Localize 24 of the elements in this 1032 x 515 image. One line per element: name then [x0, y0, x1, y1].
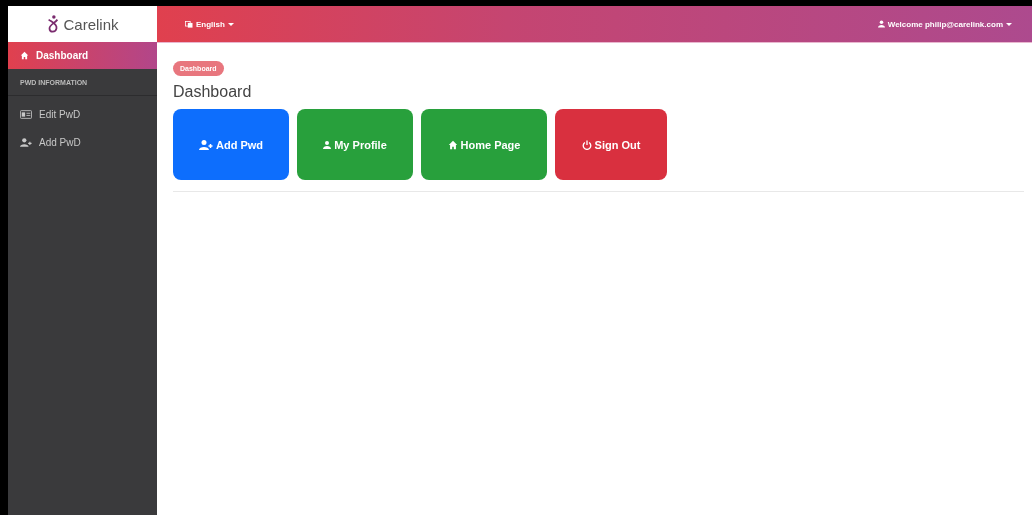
sidebar-item[interactable]: Edit PwD — [8, 100, 157, 128]
ribbon-figure-icon — [46, 14, 61, 34]
user-menu[interactable]: Welcome philip@carelink.com — [877, 19, 1012, 29]
sidebar-item[interactable]: Dashboard — [8, 42, 157, 69]
sidebar-item[interactable]: Add PwD — [8, 128, 157, 156]
user-icon — [877, 20, 885, 28]
home-icon — [447, 139, 458, 150]
power-icon — [581, 139, 592, 150]
language-dropdown[interactable]: English — [185, 19, 234, 29]
user-icon — [323, 139, 332, 150]
translate-icon — [185, 20, 193, 28]
action-button[interactable]: My Profile — [297, 109, 413, 180]
home-icon — [20, 51, 29, 60]
brand-name: Carelink — [63, 15, 119, 33]
caret-icon — [1006, 22, 1012, 26]
brand-logo[interactable]: Carelink — [8, 6, 157, 42]
id-card-icon — [20, 109, 32, 119]
caret-icon — [227, 22, 234, 26]
user-plus-icon — [198, 139, 213, 150]
user-plus-icon — [20, 137, 32, 147]
action-button[interactable]: Add Pwd — [173, 109, 289, 180]
action-button[interactable]: Sign Out — [555, 109, 667, 180]
page-title: Dashboard — [173, 83, 253, 101]
action-button[interactable]: Home Page — [421, 109, 547, 180]
